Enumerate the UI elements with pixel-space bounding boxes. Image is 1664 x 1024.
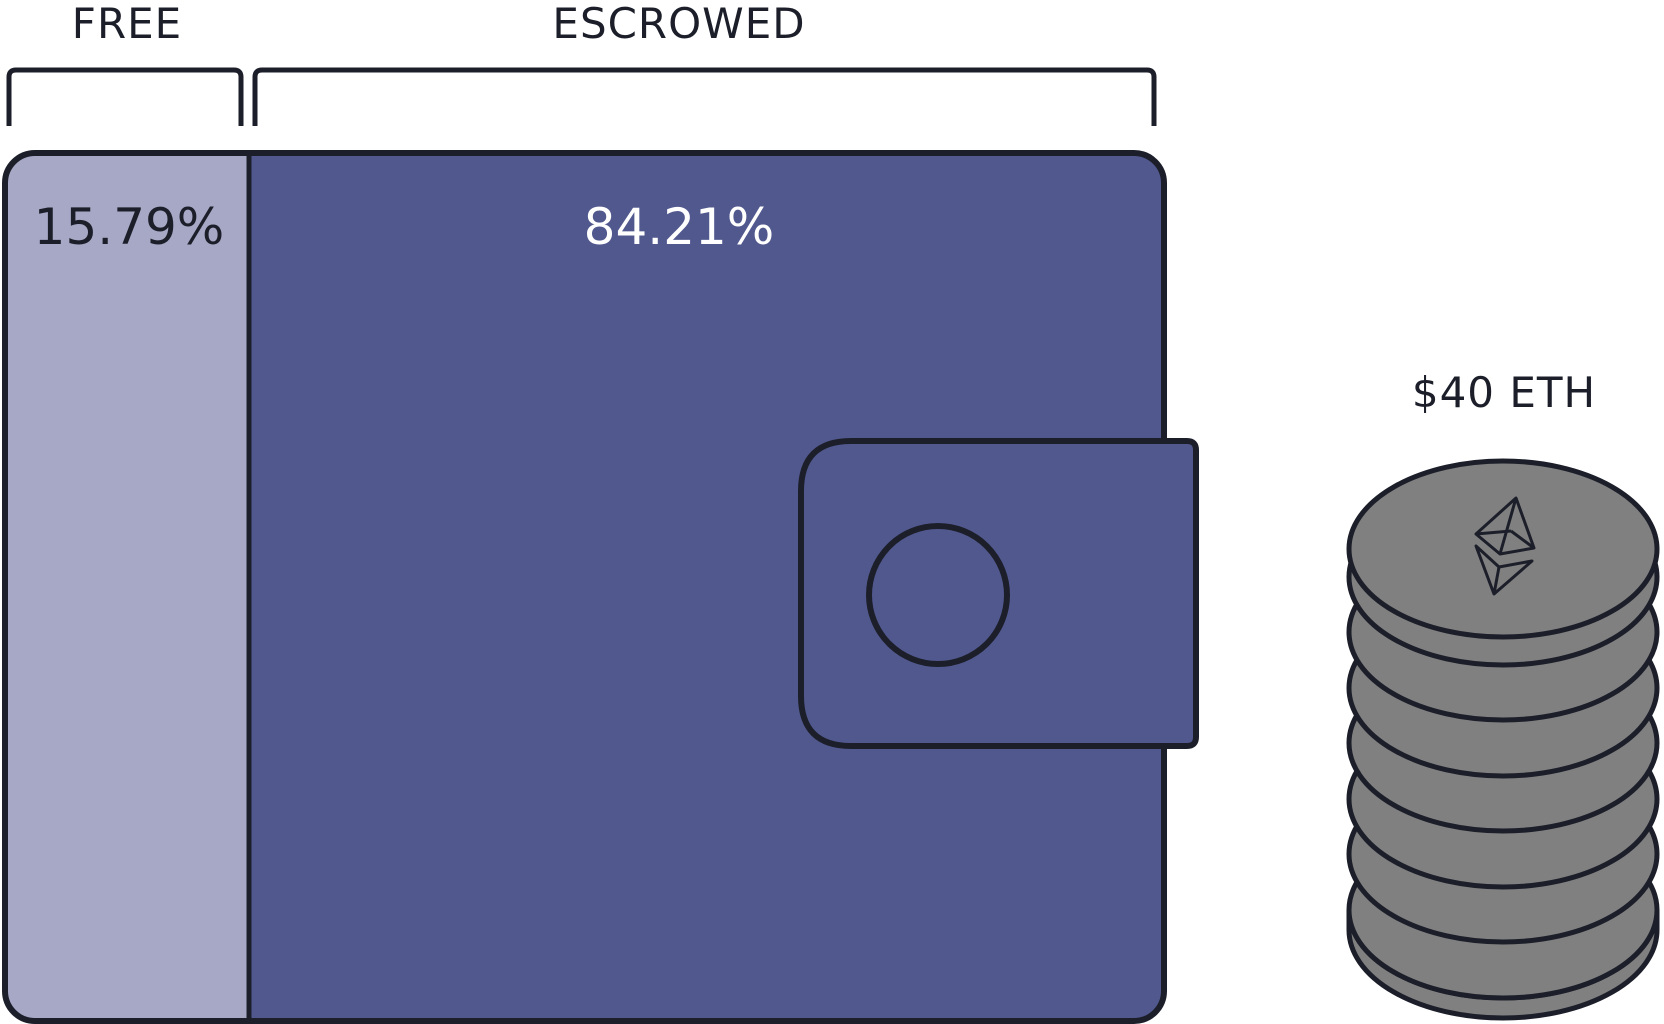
- escrowed-bracket: [252, 67, 1157, 126]
- free-label: FREE: [72, 0, 182, 48]
- wallet: 15.79% 84.21%: [2, 150, 1199, 1024]
- escrowed-percent: 84.21%: [584, 198, 775, 256]
- coin-stack: [1346, 458, 1660, 1021]
- coin-stack-label: $40 ETH: [1412, 368, 1596, 417]
- free-bracket: [6, 67, 244, 126]
- coin-top: [1346, 458, 1660, 640]
- free-section: [5, 153, 249, 1021]
- clasp-button: [866, 523, 1010, 667]
- escrowed-label: ESCROWED: [552, 0, 805, 48]
- free-percent: 15.79%: [34, 198, 225, 256]
- wallet-escrow-diagram: FREE ESCROWED 15.79% 84.21% $40 ETH: [2, 0, 1660, 1024]
